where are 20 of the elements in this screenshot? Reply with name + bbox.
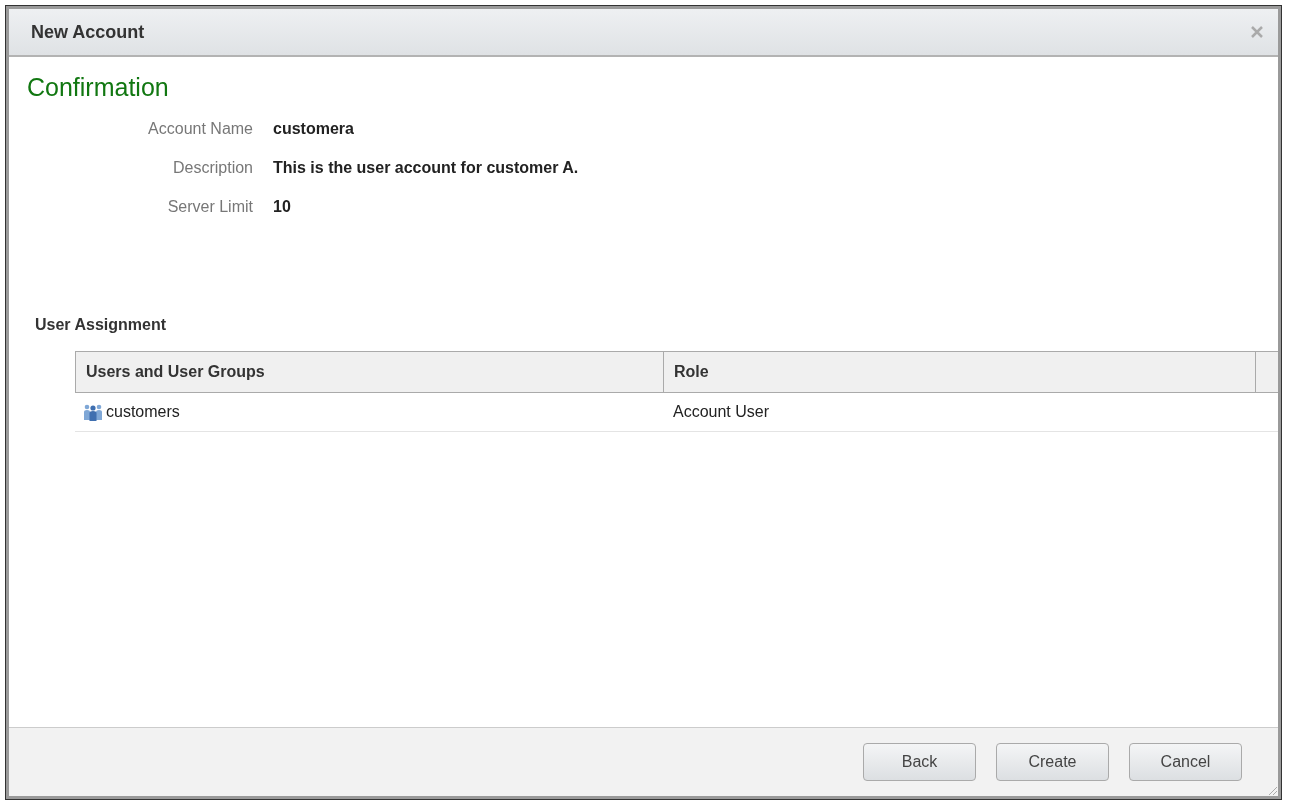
table-row[interactable]: customers Account User	[75, 393, 1278, 432]
field-value: 10	[273, 198, 292, 216]
column-header[interactable]: Users and User Groups	[76, 352, 664, 392]
confirmation-heading: Confirmation	[27, 73, 170, 102]
section-title: User Assignment	[35, 316, 167, 334]
window-title: New Account	[31, 21, 145, 43]
field-label: Account Name	[147, 120, 253, 138]
resize-grip-icon[interactable]	[1266, 784, 1278, 796]
dialog-button[interactable]: Back	[863, 743, 976, 781]
close-icon[interactable]	[1250, 25, 1264, 39]
table-cell-text: Account User	[672, 402, 771, 422]
field-value: customera	[273, 120, 355, 138]
user-group-name: customers	[106, 403, 180, 421]
field-value: This is the user account for customer A.	[273, 159, 580, 177]
field-label: Server Limit	[166, 198, 253, 216]
user-group-icon	[83, 402, 103, 422]
field-label: Description	[171, 159, 253, 177]
column-header[interactable]: Role	[664, 352, 1256, 392]
dialog-button[interactable]: Cancel	[1129, 743, 1242, 781]
dialog-button[interactable]: Create	[996, 743, 1109, 781]
